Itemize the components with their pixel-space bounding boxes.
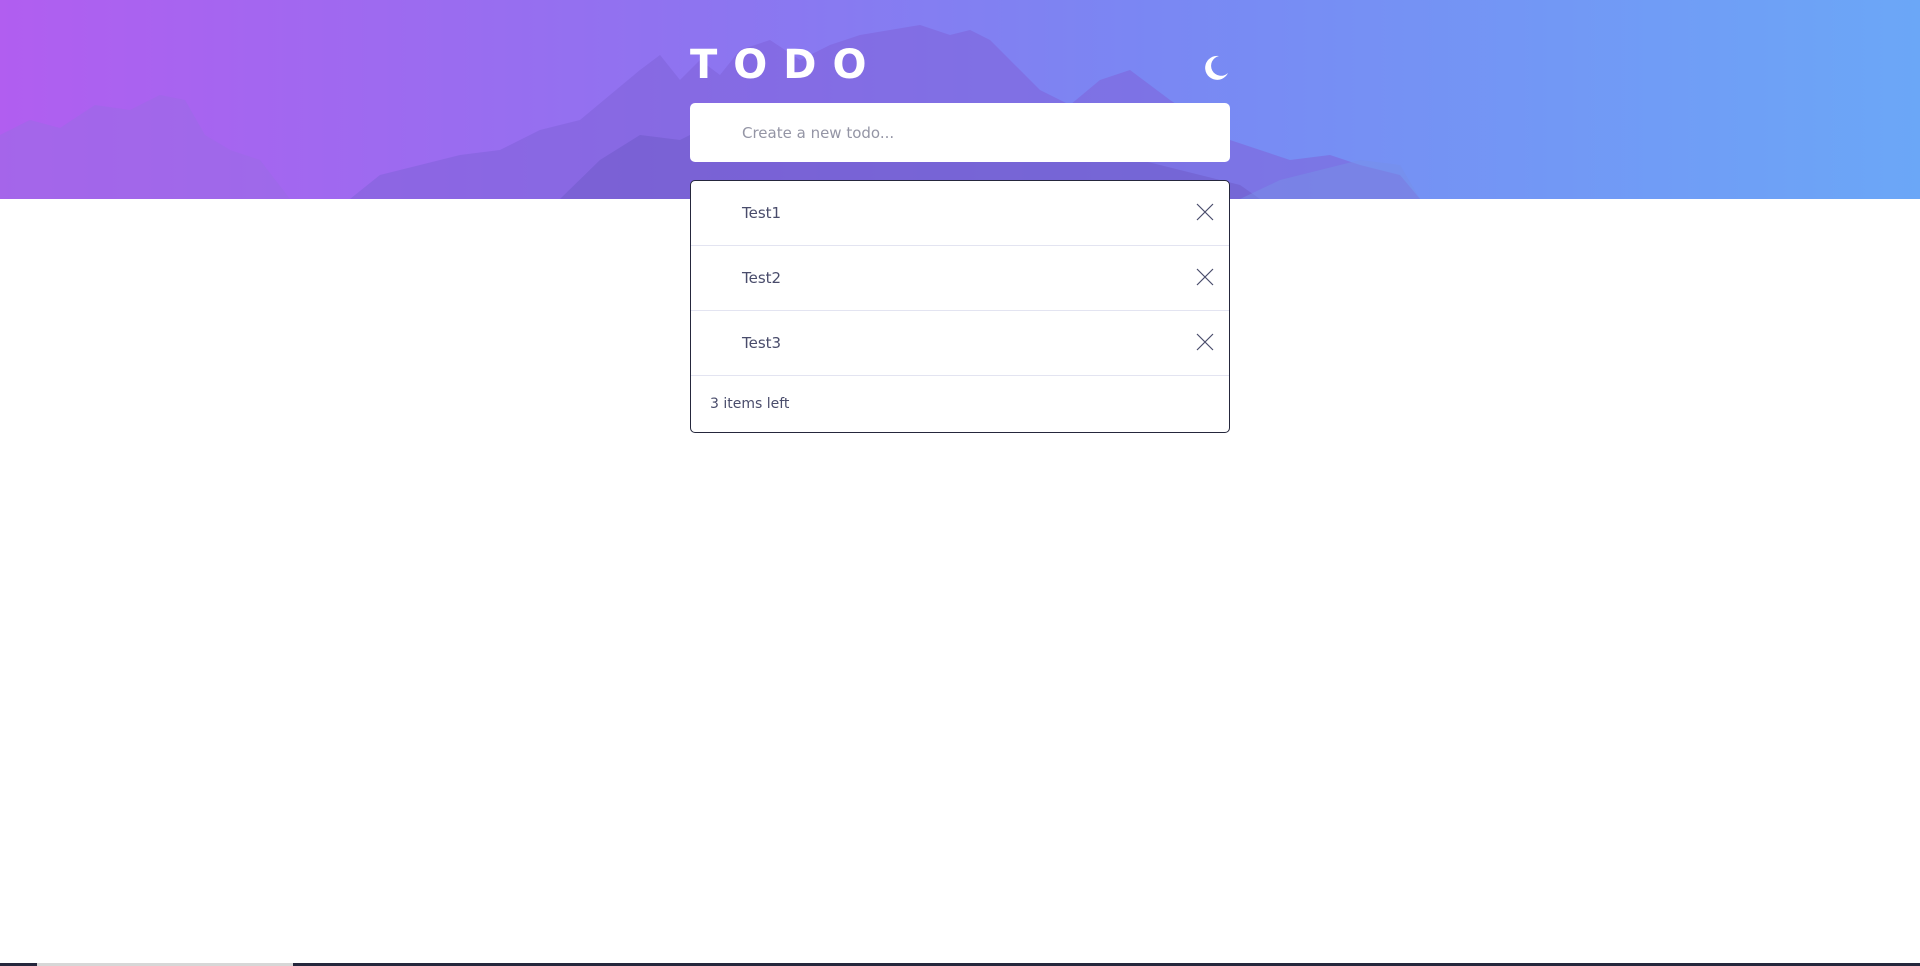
todo-text: Test1 <box>742 204 782 222</box>
close-icon <box>1196 268 1214 286</box>
mountain-silhouette <box>0 25 1420 199</box>
todo-item[interactable]: Test3 <box>691 311 1229 376</box>
new-todo-box <box>690 103 1230 162</box>
delete-todo-button[interactable] <box>1195 267 1215 287</box>
close-icon <box>1196 203 1214 221</box>
todo-text: Test2 <box>742 269 782 287</box>
close-icon <box>1196 333 1214 351</box>
todo-text: Test3 <box>742 334 782 352</box>
delete-todo-button[interactable] <box>1195 202 1215 222</box>
theme-toggle-button[interactable] <box>1202 54 1230 82</box>
title-row: TODO <box>690 40 1230 90</box>
todo-footer: 3 items left <box>691 376 1229 432</box>
moon-icon <box>1205 55 1228 80</box>
app-title: TODO <box>690 42 883 88</box>
delete-todo-button[interactable] <box>1195 332 1215 352</box>
new-todo-input[interactable] <box>690 103 1230 162</box>
todo-item[interactable]: Test1 <box>691 181 1229 246</box>
todo-item[interactable]: Test2 <box>691 246 1229 311</box>
todo-list: Test1 Test2 Test3 3 items left <box>690 180 1230 433</box>
header-background <box>0 0 1920 199</box>
items-left-count: 3 items left <box>710 396 790 412</box>
